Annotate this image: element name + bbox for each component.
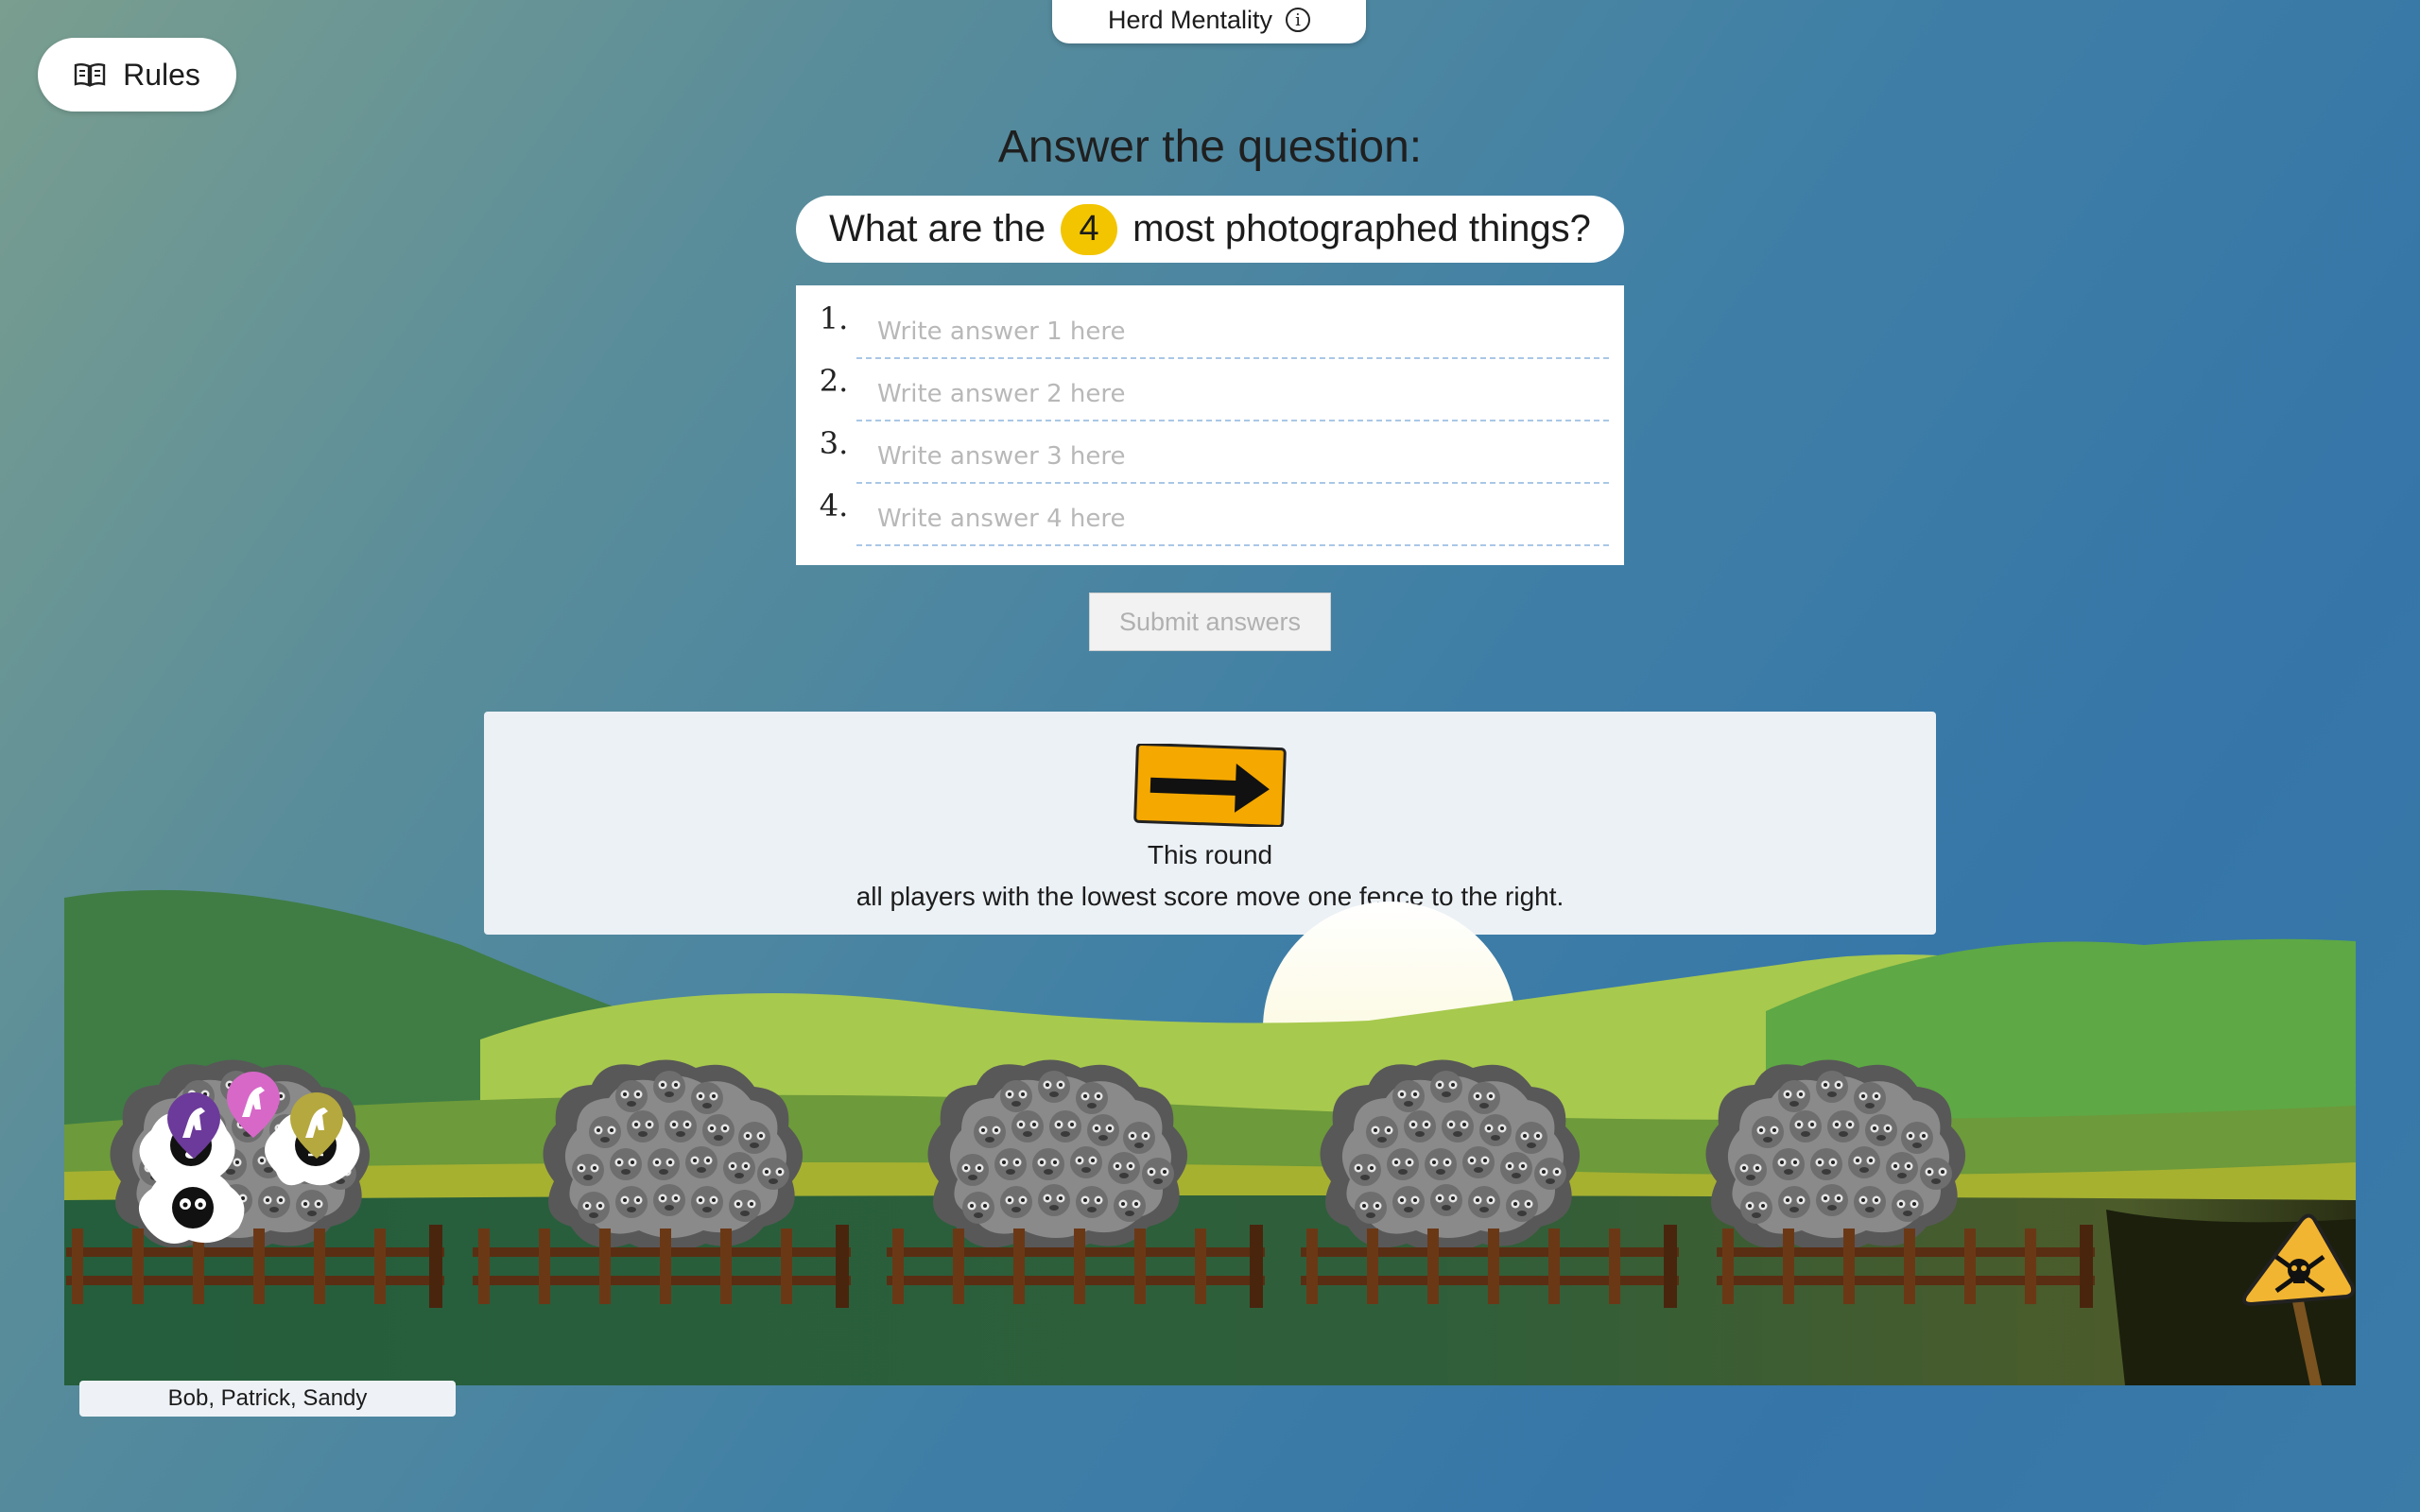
submit-answers-button[interactable]: Submit answers (1089, 593, 1331, 651)
answer-number: 1. (819, 301, 849, 336)
info-icon[interactable]: i (1286, 8, 1311, 32)
flock-2 (543, 1059, 803, 1252)
question-heading: Answer the question: (997, 122, 1423, 172)
answer-row: 2. (811, 359, 1609, 421)
answer-2-input[interactable] (856, 369, 1609, 421)
rules-button[interactable]: Rules (38, 38, 236, 112)
answer-3-input[interactable] (856, 431, 1609, 484)
flock-4 (1320, 1059, 1580, 1252)
game-title-tab: Herd Mentality i (1052, 0, 1366, 43)
player-names-label: Bob, Patrick, Sandy (79, 1381, 456, 1417)
book-icon (74, 63, 106, 87)
game-title: Herd Mentality (1107, 5, 1273, 34)
flock-5 (1705, 1059, 1965, 1252)
answer-4-input[interactable] (856, 493, 1609, 546)
answers-form: 1. 2. 3. 4. (796, 285, 1624, 565)
pasture-scene (64, 889, 2356, 1385)
answer-number: 4. (819, 488, 849, 524)
answer-number: 3. (819, 425, 849, 461)
question-text: What are the 4 most photographed things? (796, 196, 1624, 263)
flock-3 (927, 1059, 1187, 1252)
answer-row: 1. (811, 297, 1609, 359)
answer-count-badge: 4 (1061, 203, 1118, 255)
question-suffix: most photographed things? (1132, 208, 1591, 249)
arrow-right-icon (1133, 744, 1287, 827)
rules-label: Rules (123, 57, 200, 92)
answer-row: 4. (811, 484, 1609, 546)
answer-1-input[interactable] (856, 306, 1609, 359)
answer-row: 3. (811, 421, 1609, 484)
question-prefix: What are the (829, 208, 1046, 249)
round-title: This round (1147, 840, 1273, 869)
answer-number: 2. (819, 363, 849, 399)
